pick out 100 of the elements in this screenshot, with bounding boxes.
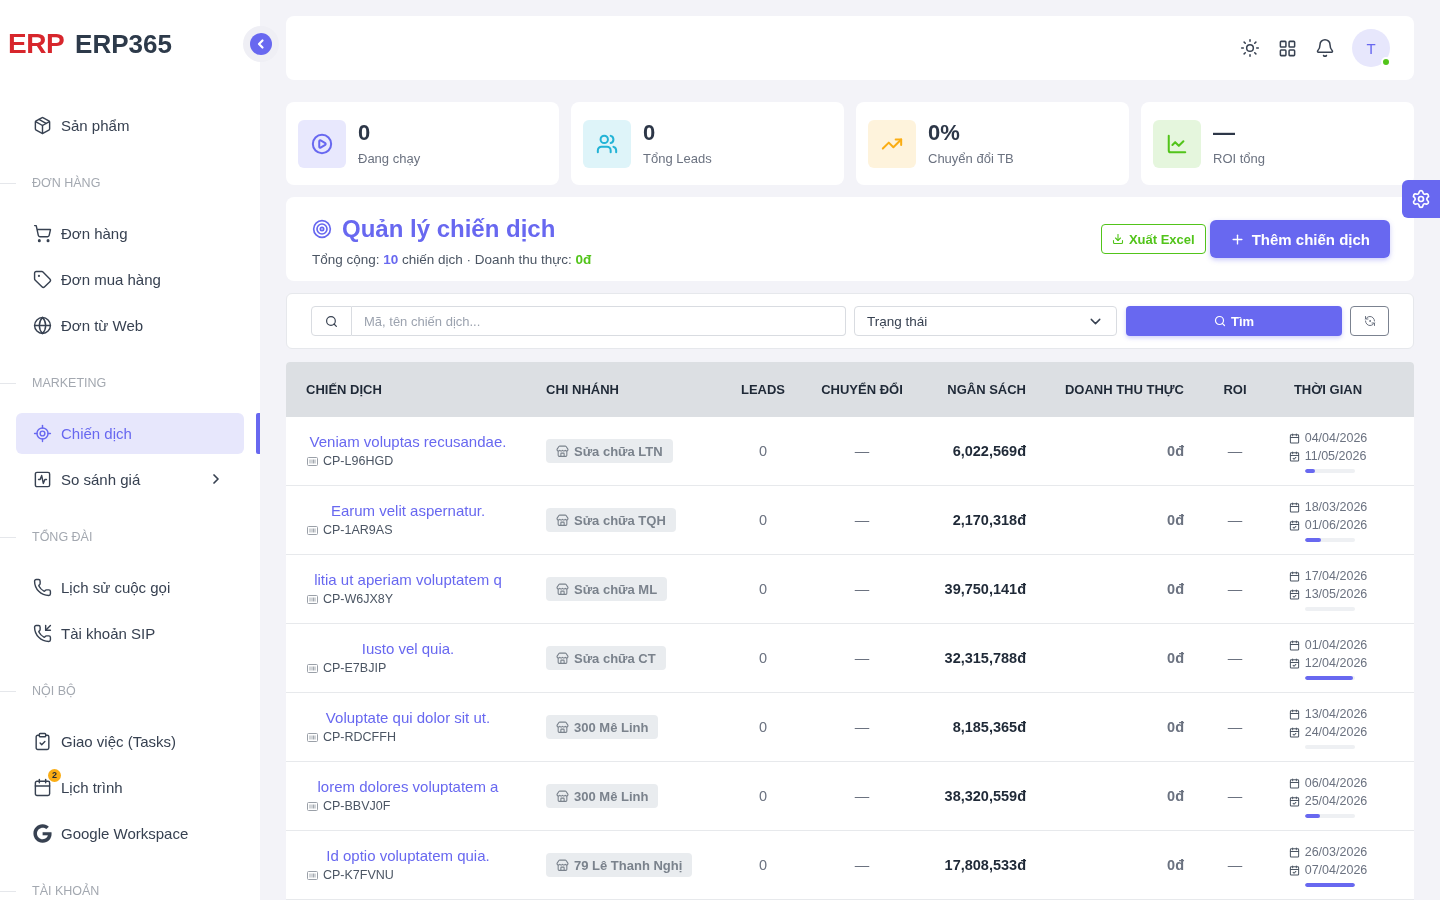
campaign-code: CP-BBVJ0F [323,798,391,815]
search-icon [325,314,338,328]
stat-label: Đang chạy [358,150,421,167]
store-icon [556,582,569,596]
column-header: NGÂN SÁCH [947,382,1026,397]
nav-item[interactable]: Sản phẩm [16,104,244,146]
campaign-link[interactable]: Voluptate qui dolor sit ut. [325,708,491,728]
campaign-link[interactable]: Veniam voluptas recusandae. [309,432,507,452]
column-header: THỜI GIAN [1293,382,1363,397]
revenue-value: 0đ [1167,788,1184,804]
calendar-icon [1288,777,1300,789]
start-date: 26/03/2026 [1304,844,1368,861]
bell-icon[interactable] [1315,38,1335,58]
conversion-value: — [854,443,870,459]
campaign-link[interactable]: Iusto vel quia. [361,639,455,659]
sun-icon[interactable] [1240,38,1260,58]
box-icon [33,115,52,135]
calendar-check-icon [1288,450,1300,462]
globe-icon [33,315,52,335]
reset-button[interactable] [1350,306,1389,336]
leads-value: 0 [758,512,768,528]
leads-value: 0 [758,443,768,459]
store-icon [556,444,569,458]
settings-button[interactable] [1402,180,1440,218]
add-button[interactable]: Thêm chiến dịch [1209,220,1390,258]
search-input[interactable]: Mã, tên chiến dịch... [352,306,846,336]
campaign-link[interactable]: lorem dolores voluptatem a [317,777,499,797]
section-title: MARKETING [32,375,107,392]
column-header: CHI NHÁNH [546,382,619,397]
card-icon [307,526,318,535]
calendar-check-icon [1288,588,1300,600]
phone-icon [33,577,52,597]
status-select[interactable]: Trạng thái [854,306,1117,336]
end-date: 12/04/2026 [1304,655,1368,672]
section-title: ĐƠN HÀNG [32,174,101,192]
chart-icon [33,469,52,489]
nav-item[interactable]: 2 Lịch trình [16,766,244,808]
stat-value: 0 [358,120,371,146]
stat-value: 0% [928,120,960,146]
collapse-button[interactable] [243,26,279,62]
nav-item[interactable]: Google Workspace [16,812,244,854]
nav-item[interactable]: Lịch sử cuộc gọi [16,566,244,608]
budget-value: 32,315,788đ [944,650,1026,666]
roi-value: — [1227,512,1243,528]
calendar-check-icon [1288,795,1300,807]
campaign-code: CP-K7FVNU [323,867,394,884]
budget-value: 8,185,365đ [952,719,1026,735]
stat-label: ROI tổng [1213,150,1266,167]
grid-icon[interactable] [1278,38,1297,58]
nav-item[interactable]: Đơn từ Web [16,304,244,346]
revenue-value: 0đ [1167,857,1184,873]
calendar-check-icon [1288,657,1300,669]
leads-value: 0 [758,581,768,597]
google-icon [33,823,52,843]
conversion-value: — [854,857,870,873]
tag-icon [33,269,52,289]
section-title: TỔNG ĐÀI [32,528,93,546]
leads-value: 0 [758,788,768,804]
calendar-check-icon [1288,519,1300,531]
card-icon [307,733,318,742]
roi-value: — [1227,650,1243,666]
nav-item[interactable]: Giao việc (Tasks) [16,720,244,762]
branch-name: 300 Mê Linh [574,719,649,735]
leads-value: 0 [758,650,768,666]
play-icon [298,119,346,168]
campaign-code: CP-RDCFFH [323,729,396,746]
nav-item[interactable]: Đơn hàng [16,212,244,254]
search-icon [1213,315,1226,327]
campaign-link[interactable]: Id optio voluptatem quia. [326,846,490,866]
end-date: 25/04/2026 [1304,793,1368,810]
page-title: Quản lý chiến dịch [342,214,556,244]
end-date: 01/06/2026 [1304,517,1368,534]
campaign-link[interactable]: litia ut aperiam voluptatem q [314,570,502,590]
campaign-code: CP-1AR9AS [323,522,393,539]
nav-item[interactable]: Chiến dịch [16,412,244,454]
revenue-value: 0đ [1167,650,1184,666]
store-icon [556,858,569,872]
target-icon [312,219,332,239]
card-icon [307,595,318,604]
budget-value: 6,022,569đ [952,443,1026,459]
column-header: CHUYỂN ĐỔI [821,382,903,397]
branch-name: 300 Mê Linh [574,788,649,804]
trending-up-icon [868,119,916,168]
calendar-icon [1288,846,1300,858]
search-button[interactable]: Tìm [1126,306,1342,336]
nav-item[interactable]: Đơn mua hàng [16,258,244,300]
revenue-value: 0đ [1167,719,1184,735]
leads-value: 0 [758,857,768,873]
campaign-link[interactable]: Earum velit aspernatur. [330,501,486,521]
column-header: DOANH THU THỰC [1064,382,1184,397]
column-header: CHIẾN DỊCH [306,382,382,397]
nav-item[interactable]: So sánh giá [16,458,244,500]
conversion-value: — [854,581,870,597]
branch-name: Sửa chữa LTN [574,443,663,459]
calendar-icon [1288,639,1300,651]
app-name: ERP365 [75,31,172,57]
branch-name: Sửa chữa CT [574,650,656,666]
nav-item[interactable]: Tài khoản SIP [16,612,244,654]
avatar-button[interactable]: T [1352,29,1390,67]
store-icon [556,720,569,734]
